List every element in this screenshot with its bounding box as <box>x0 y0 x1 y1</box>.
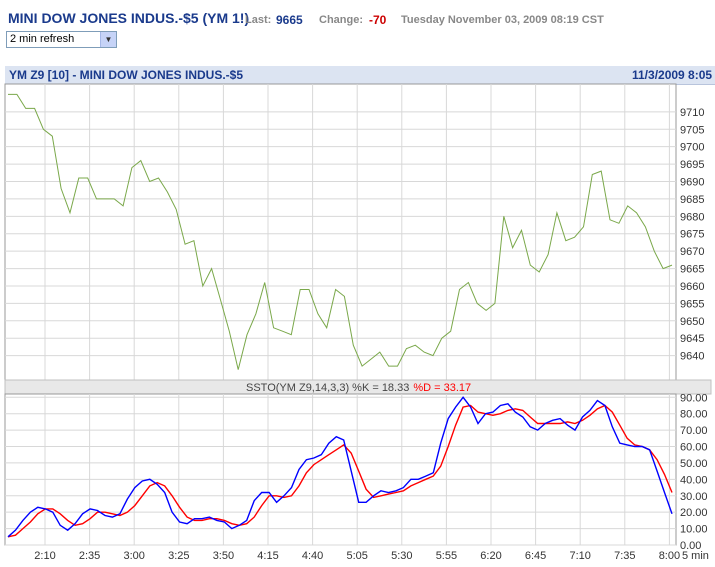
refresh-select-value: 2 min refresh <box>10 33 75 45</box>
indicator-tick-label: 80.00 <box>680 409 708 421</box>
price-tick-label: 9665 <box>680 264 704 276</box>
price-tick-label: 9645 <box>680 333 704 345</box>
x-tick-label: 5:55 <box>436 550 457 562</box>
indicator-tick-label: 20.00 <box>680 507 708 519</box>
price-tick-label: 9690 <box>680 177 704 189</box>
x-axis: 2:10 2:35 3:00 3:25 3:50 4:15 4:40 5:05 5:30 5:55… <box>34 550 680 562</box>
k-line <box>7 396 673 538</box>
chart-date: 11/3/2009 8:05 <box>632 68 713 82</box>
price-tick-label: 9705 <box>680 124 704 136</box>
x-tick-label: 2:35 <box>79 550 100 562</box>
price-tick-label: 9700 <box>680 142 704 154</box>
x-tick-label: 3:50 <box>213 550 234 562</box>
timestamp: Tuesday November 03, 2009 08:19 CST <box>401 14 604 26</box>
indicator-tick-label: 40.00 <box>680 474 708 486</box>
price-tick-label: 9640 <box>680 351 704 363</box>
price-tick-label: 9650 <box>680 316 704 328</box>
x-tick-label: 8:00 <box>659 550 680 562</box>
change-value: -70 <box>369 13 387 27</box>
last-label: Last: <box>245 14 272 26</box>
x-tick-label: 5:05 <box>346 550 367 562</box>
price-grid <box>5 84 676 380</box>
x-tick-label: 7:10 <box>569 550 590 562</box>
x-tick-label: 3:25 <box>168 550 189 562</box>
indicator-d-label: %D = 33.17 <box>413 382 471 394</box>
x-tick-label: 6:45 <box>525 550 546 562</box>
refresh-select[interactable]: 2 min refresh ▼ <box>6 31 117 48</box>
price-tick-label: 9680 <box>680 211 704 223</box>
chart-title: YM Z9 [10] - MINI DOW JONES INDUS.-$5 <box>9 68 244 82</box>
indicator-label: SSTO(YM Z9,14,3,3) %K = 18.33 %D = 33.17 <box>246 382 471 394</box>
symbol-title: MINI DOW JONES INDUS.-$5 (YM 1!) <box>8 10 250 26</box>
indicator-y-axis: 90.00 80.00 70.00 60.00 50.00 40.00 30.00 20.00… <box>680 392 708 552</box>
x-tick-label: 7:35 <box>614 550 635 562</box>
price-tick-label: 9685 <box>680 194 704 206</box>
indicator-tick-label: 10.00 <box>680 524 708 536</box>
indicator-tick-label: 90.00 <box>680 392 708 404</box>
indicator-grid <box>5 394 676 546</box>
x-tick-label: 4:15 <box>257 550 278 562</box>
x-tick-label: 2:10 <box>34 550 55 562</box>
price-tick-label: 9710 <box>680 107 704 119</box>
change-label: Change: <box>319 14 363 26</box>
indicator-tick-label: 70.00 <box>680 425 708 437</box>
chart-canvas: 9710 9705 9700 9695 9690 9685 9680 9675 9670 9665… <box>4 83 712 562</box>
price-tick-label: 9655 <box>680 298 704 310</box>
price-y-axis: 9710 9705 9700 9695 9690 9685 9680 9675 9670 9665… <box>680 107 704 363</box>
chevron-down-icon[interactable]: ▼ <box>100 32 116 47</box>
indicator-tick-label: 60.00 <box>680 442 708 454</box>
chart-header: YM Z9 [10] - MINI DOW JONES INDUS.-$5 11… <box>5 66 715 85</box>
x-tick-label: 5:30 <box>391 550 412 562</box>
x-tick-label: 4:40 <box>302 550 323 562</box>
indicator-tick-label: 50.00 <box>680 458 708 470</box>
price-tick-label: 9675 <box>680 229 704 241</box>
price-tick-label: 9660 <box>680 281 704 293</box>
price-plot-area <box>4 83 677 381</box>
quote-header: MINI DOW JONES INDUS.-$5 (YM 1!) Last: 9… <box>0 0 715 32</box>
price-tick-label: 9670 <box>680 246 704 258</box>
indicator-tick-label: 0.00 <box>680 540 701 552</box>
x-tick-label: 6:20 <box>480 550 501 562</box>
last-value: 9665 <box>276 13 303 27</box>
indicator-k-label: SSTO(YM Z9,14,3,3) %K = 18.33 <box>246 382 409 394</box>
price-line <box>8 93 673 370</box>
x-axis-unit: 5 min <box>682 550 709 562</box>
indicator-plot-area <box>4 393 677 546</box>
price-tick-label: 9695 <box>680 159 704 171</box>
x-tick-label: 3:00 <box>123 550 144 562</box>
d-line <box>7 404 673 538</box>
indicator-tick-label: 30.00 <box>680 491 708 503</box>
indicator-title-bar <box>4 379 712 395</box>
